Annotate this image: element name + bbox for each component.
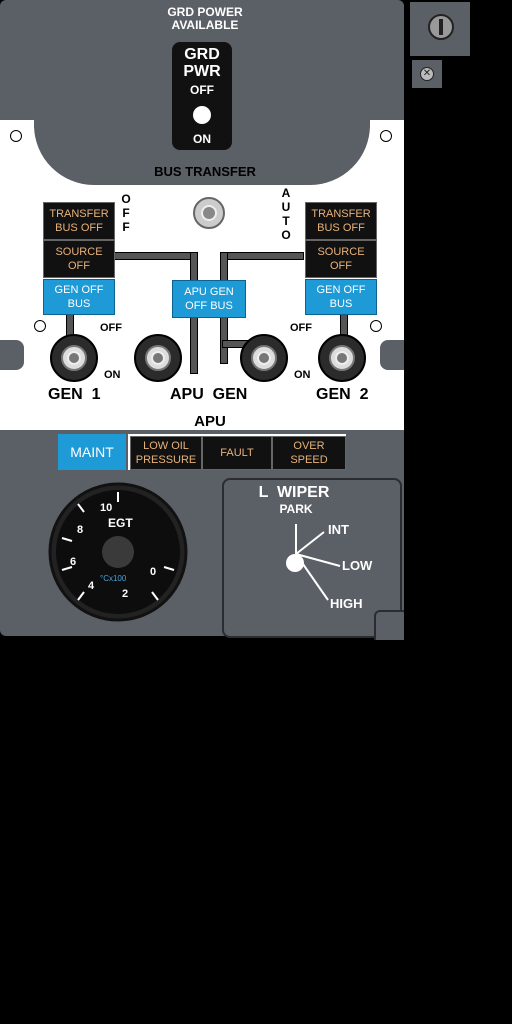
gen2-on-label: ON: [294, 369, 311, 381]
panel-mount-right: [380, 340, 404, 370]
bus-line: [220, 312, 228, 364]
apu-overspeed-lamp: OVER SPEED: [272, 436, 346, 470]
apu-gen2-switch[interactable]: [240, 334, 288, 382]
egt-tick-6: 6: [70, 556, 77, 568]
wiper-selector-knob[interactable]: [286, 554, 304, 572]
wiper-panel-notch: [374, 610, 404, 640]
apu-gen-label: APU GEN: [170, 386, 248, 403]
egt-label: EGT: [108, 516, 133, 530]
grd-power-switch[interactable]: GRD PWR OFF ON: [172, 42, 232, 150]
grd-switch-knob[interactable]: [193, 106, 211, 124]
rivet: [380, 130, 392, 142]
gen1-on-label: ON: [104, 369, 121, 381]
apu-title: APU: [194, 413, 226, 430]
grd-off-label: OFF: [190, 83, 214, 97]
gen2-switch[interactable]: [318, 334, 366, 382]
gen2-off-label: OFF: [290, 322, 312, 334]
apu-egt-gauge: 10 8 6 4 2 0 EGT °Cx100: [48, 482, 188, 622]
egt-tick-10: 10: [100, 502, 113, 514]
bus-transfer-off-label: OFF: [121, 192, 131, 234]
bus-transfer-auto-label: AUTO: [281, 186, 291, 242]
right-source-off-lamp: SOURCE OFF: [305, 240, 377, 278]
apu-fault-lamp: FAULT: [202, 436, 272, 470]
egt-tick-0: 0: [150, 566, 157, 578]
grd-on-label: ON: [193, 132, 211, 146]
apu-gen-off-bus-lamp: APU GEN OFF BUS: [172, 280, 246, 318]
apu-gen1-switch[interactable]: [134, 334, 182, 382]
left-transfer-bus-off-lamp: TRANSFER BUS OFF: [43, 202, 115, 240]
bus-transfer-switch[interactable]: [193, 197, 225, 229]
rivet: [370, 320, 382, 332]
egt-tick-8: 8: [77, 524, 84, 536]
grd-power-available-label: GRD POWER AVAILABLE: [167, 5, 243, 32]
bus-transfer-label: BUS TRANSFER: [154, 164, 256, 179]
wiper-panel: L WIPER PARK INT LOW HIGH: [222, 478, 404, 640]
bus-line: [220, 252, 304, 260]
egt-tick-4: 4: [88, 580, 95, 592]
close-icon[interactable]: ✕: [412, 60, 442, 88]
apu-maint-lamp: MAINT: [58, 434, 126, 470]
egt-unit-label: °Cx100: [100, 574, 127, 583]
gen2-label: GEN 2: [316, 386, 369, 403]
gen1-switch[interactable]: [50, 334, 98, 382]
apu-low-oil-pressure-lamp: LOW OIL PRESSURE: [130, 436, 202, 470]
grd-label: GRD: [184, 46, 220, 63]
gen1-label: GEN 1: [48, 386, 101, 403]
window-control-panel: [410, 2, 470, 56]
panel-mount-left: [0, 340, 24, 370]
bus-line: [114, 252, 198, 260]
rivet: [10, 130, 22, 142]
right-transfer-bus-off-lamp: TRANSFER BUS OFF: [305, 202, 377, 240]
egt-tick-2: 2: [122, 588, 129, 600]
view-toggle-icon[interactable]: [428, 14, 454, 40]
gen1-off-label: OFF: [100, 322, 122, 334]
left-source-off-lamp: SOURCE OFF: [43, 240, 115, 278]
gen1-off-bus-lamp: GEN OFF BUS: [43, 279, 115, 315]
pwr-label: PWR: [183, 63, 221, 80]
rivet: [34, 320, 46, 332]
gen2-off-bus-lamp: GEN OFF BUS: [305, 279, 377, 315]
